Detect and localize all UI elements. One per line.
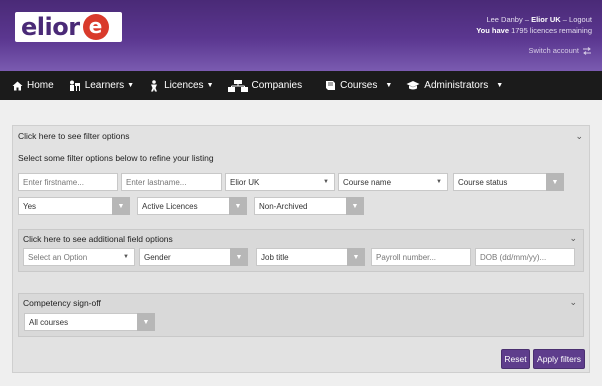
chevron-down-icon: ⌄ bbox=[575, 130, 583, 141]
filter-toggle[interactable]: Click here to see filter options ⌄ bbox=[13, 126, 589, 146]
book-icon bbox=[326, 81, 336, 90]
gender-select-value: Gender bbox=[144, 252, 171, 262]
reset-button[interactable]: Reset bbox=[501, 349, 530, 369]
archive-status-select[interactable]: Non-Archived ▼ bbox=[254, 197, 364, 215]
payroll-input[interactable]: Payroll number... bbox=[371, 248, 471, 266]
chevron-down-icon: ▼ bbox=[546, 173, 564, 191]
licence-status-select[interactable]: Active Licences ▼ bbox=[137, 197, 247, 215]
job-title-select-value: Job title bbox=[261, 252, 289, 262]
chevron-down-icon: ▼ bbox=[123, 254, 129, 260]
chevron-down-icon: ▼ bbox=[112, 197, 130, 215]
dob-input[interactable]: DOB (dd/mm/yy)... bbox=[475, 248, 575, 266]
chevron-down-icon: ▼ bbox=[385, 82, 393, 89]
licences-prefix: You have bbox=[476, 26, 509, 35]
filter-subtitle: Select some filter options below to refi… bbox=[18, 153, 214, 163]
nav-home-label: Home bbox=[27, 80, 54, 91]
header: elior e Lee Danby – Elior UK – Logout Yo… bbox=[0, 0, 602, 71]
competency-label: Competency sign-off bbox=[23, 298, 101, 308]
chevron-down-icon: ▼ bbox=[137, 313, 155, 331]
company-select-value: Elior UK bbox=[230, 177, 260, 187]
chevron-down-icon: ▼ bbox=[436, 179, 442, 185]
home-icon bbox=[12, 81, 23, 90]
chevron-down-icon: ▼ bbox=[347, 248, 365, 266]
logout-link[interactable]: Logout bbox=[569, 15, 592, 24]
chevron-down-icon: ▼ bbox=[127, 82, 135, 89]
archive-status-value: Non-Archived bbox=[259, 201, 308, 211]
course-status-select[interactable]: Course status ▼ bbox=[453, 173, 564, 191]
chevron-down-icon[interactable]: ⌄ bbox=[569, 233, 577, 244]
logo-mark: e bbox=[82, 14, 109, 40]
logo-text: elior bbox=[21, 13, 80, 41]
nav-licences[interactable]: Licences ▼ bbox=[148, 79, 214, 92]
job-title-select[interactable]: Job title ▼ bbox=[256, 248, 365, 266]
firstname-input[interactable]: Enter firstname... bbox=[18, 173, 118, 191]
nav-courses[interactable]: Courses ▼ bbox=[325, 80, 392, 91]
apply-filters-button[interactable]: Apply filters bbox=[533, 349, 585, 369]
chevron-down-icon: ▼ bbox=[229, 197, 247, 215]
chevron-down-icon: ▼ bbox=[230, 248, 248, 266]
gender-select[interactable]: Gender ▼ bbox=[139, 248, 248, 266]
licences-suffix: licences remaining bbox=[529, 26, 592, 35]
course-name-value: Course name bbox=[343, 177, 392, 187]
graduation-cap-icon bbox=[406, 81, 420, 90]
lastname-input[interactable]: Enter lastname... bbox=[121, 173, 222, 191]
licence-status-value: Active Licences bbox=[142, 201, 198, 211]
nav-learners-label: Learners bbox=[84, 80, 125, 91]
competency-select[interactable]: All courses ▼ bbox=[24, 313, 155, 331]
elior-logo[interactable]: elior e bbox=[15, 12, 122, 42]
licences-icon bbox=[151, 79, 158, 91]
user-info: Lee Danby – Elior UK – Logout You have 1… bbox=[476, 15, 592, 35]
learners-icon bbox=[69, 80, 80, 91]
filter-toggle-label: Click here to see filter options bbox=[18, 131, 130, 141]
companies-icon bbox=[227, 79, 248, 92]
chevron-down-icon: ▼ bbox=[496, 82, 504, 89]
company-select[interactable]: Elior UK ▼ bbox=[225, 173, 335, 191]
nav-home[interactable]: Home bbox=[12, 80, 54, 91]
nav-administrators-label: Administrators bbox=[424, 80, 489, 91]
switch-arrows-icon bbox=[583, 46, 591, 55]
chevron-down-icon: ▼ bbox=[206, 82, 214, 89]
nav-companies[interactable]: Companies bbox=[227, 79, 303, 92]
switch-account-link[interactable]: Switch account bbox=[529, 46, 592, 55]
competency-panel: Competency sign-off ⌄ All courses ▼ bbox=[18, 293, 584, 337]
licences-count: 1795 bbox=[511, 26, 528, 35]
user-name[interactable]: Lee Danby bbox=[486, 15, 522, 24]
additional-fields-toggle[interactable]: Click here to see additional field optio… bbox=[23, 234, 173, 244]
course-status-value: Course status bbox=[458, 177, 508, 187]
additional-fields-panel: Click here to see additional field optio… bbox=[18, 229, 584, 272]
nav-companies-label: Companies bbox=[251, 80, 303, 91]
org-name: Elior UK bbox=[531, 15, 561, 24]
active-select-value: Yes bbox=[23, 201, 37, 211]
chevron-down-icon[interactable]: ⌄ bbox=[569, 297, 577, 308]
option-select[interactable]: Select an Option ▼ bbox=[23, 248, 135, 266]
switch-account-label: Switch account bbox=[528, 46, 579, 55]
nav-courses-label: Courses bbox=[340, 80, 378, 91]
competency-select-value: All courses bbox=[29, 317, 69, 327]
main-nav: Home Learners ▼ Licences ▼ Companies Cou… bbox=[0, 71, 602, 100]
nav-administrators[interactable]: Administrators ▼ bbox=[406, 80, 503, 91]
nav-licences-label: Licences bbox=[164, 80, 204, 91]
option-select-value: Select an Option bbox=[28, 252, 88, 262]
course-name-select[interactable]: Course name ▼ bbox=[338, 173, 448, 191]
chevron-down-icon: ▼ bbox=[323, 179, 329, 185]
active-select[interactable]: Yes ▼ bbox=[18, 197, 130, 215]
nav-learners[interactable]: Learners ▼ bbox=[68, 80, 134, 92]
chevron-down-icon: ▼ bbox=[346, 197, 364, 215]
filter-panel: Click here to see filter options ⌄ Selec… bbox=[12, 125, 590, 373]
